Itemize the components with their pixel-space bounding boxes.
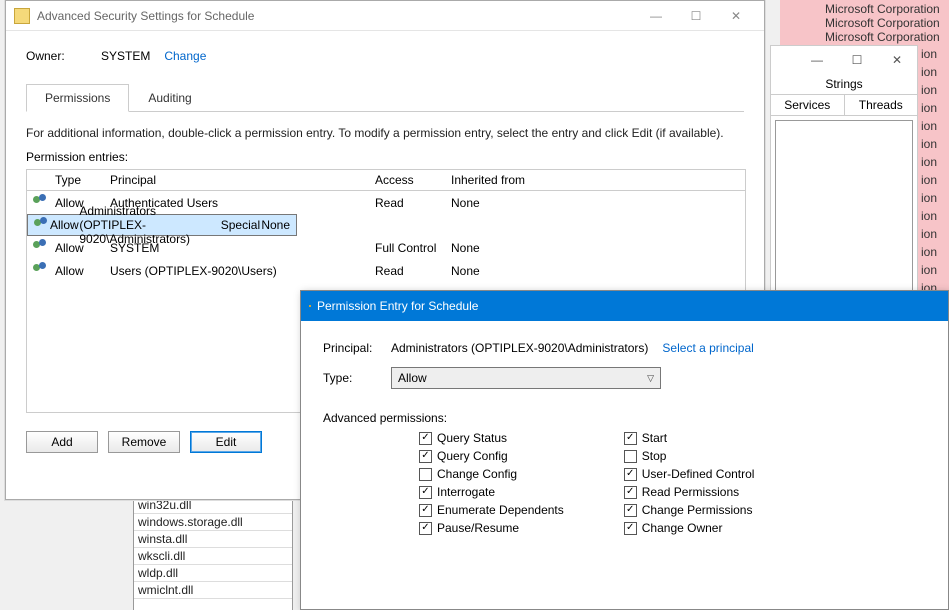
permission-checkbox[interactable]: Change Config [419, 467, 564, 481]
checkbox-icon [624, 522, 637, 535]
edit-button[interactable]: Edit [190, 431, 262, 453]
table-row[interactable]: AllowAdministrators (OPTIPLEX-9020\Admin… [27, 214, 297, 236]
col-principal[interactable]: Principal [110, 173, 375, 187]
checkbox-icon [419, 486, 432, 499]
change-owner-link[interactable]: Change [164, 49, 206, 63]
minimize-button[interactable]: — [797, 53, 837, 67]
checkbox-icon [624, 468, 637, 481]
window-title: Permission Entry for Schedule [317, 299, 478, 313]
maximize-button[interactable]: ☐ [837, 53, 877, 67]
window-title: Advanced Security Settings for Schedule [37, 9, 254, 23]
minimize-button[interactable]: — [636, 9, 676, 23]
checkbox-icon [624, 432, 637, 445]
list-item[interactable]: wmiclnt.dll [134, 582, 292, 599]
checkbox-icon [419, 468, 432, 481]
close-button[interactable]: ✕ [877, 53, 917, 67]
permission-checkbox[interactable]: Enumerate Dependents [419, 503, 564, 517]
folder-icon [14, 8, 30, 24]
owner-label: Owner: [26, 49, 101, 63]
principal-label: Principal: [323, 341, 391, 355]
permission-checkbox[interactable]: Change Owner [624, 521, 755, 535]
permission-checkbox[interactable]: Interrogate [419, 485, 564, 499]
users-icon [34, 217, 50, 231]
checkbox-icon [419, 432, 432, 445]
col-type[interactable]: Type [55, 173, 110, 187]
permission-checkbox[interactable]: Read Permissions [624, 485, 755, 499]
folder-icon [309, 305, 311, 307]
dll-list: win32u.dll windows.storage.dll winsta.dl… [133, 497, 293, 610]
permission-entry-dialog: Permission Entry for Schedule Principal:… [300, 290, 949, 610]
users-icon [33, 194, 49, 208]
permission-checkbox[interactable]: User-Defined Control [624, 467, 755, 481]
checkbox-icon [624, 486, 637, 499]
list-item[interactable]: windows.storage.dll [134, 514, 292, 531]
table-row[interactable]: AllowUsers (OPTIPLEX-9020\Users)ReadNone [27, 259, 745, 282]
maximize-button[interactable]: ☐ [676, 9, 716, 23]
strings-header[interactable]: Strings [771, 74, 917, 95]
col-access[interactable]: Access [375, 173, 451, 187]
permission-checkbox[interactable]: Query Status [419, 431, 564, 445]
users-icon [33, 239, 49, 253]
close-button[interactable]: ✕ [716, 9, 756, 23]
permission-checkbox[interactable]: Pause/Resume [419, 521, 564, 535]
users-icon [33, 262, 49, 276]
col-inherited[interactable]: Inherited from [451, 173, 739, 187]
chevron-down-icon: ▽ [647, 373, 654, 384]
titlebar[interactable]: Permission Entry for Schedule [301, 291, 948, 321]
type-label: Type: [323, 371, 391, 385]
permission-checkbox[interactable]: Start [624, 431, 755, 445]
advanced-permissions-label: Advanced permissions: [323, 411, 926, 425]
tab-threads[interactable]: Threads [845, 95, 918, 115]
checkbox-icon [419, 450, 432, 463]
info-text: For additional information, double-click… [26, 126, 744, 140]
tab-auditing[interactable]: Auditing [129, 84, 210, 112]
list-item[interactable]: wldp.dll [134, 565, 292, 582]
principal-value: Administrators (OPTIPLEX-9020\Administra… [391, 341, 648, 355]
perm-entries-label: Permission entries: [26, 150, 744, 164]
permission-checkbox[interactable]: Change Permissions [624, 503, 755, 517]
checkbox-icon [624, 504, 637, 517]
list-item[interactable]: wkscli.dll [134, 548, 292, 565]
tab-permissions[interactable]: Permissions [26, 84, 129, 112]
type-value: Allow [398, 371, 427, 385]
checkbox-icon [419, 504, 432, 517]
remove-button[interactable]: Remove [108, 431, 180, 453]
add-button[interactable]: Add [26, 431, 98, 453]
select-principal-link[interactable]: Select a principal [662, 341, 753, 355]
background-corp-block: Microsoft Corporation Microsoft Corporat… [780, 0, 949, 45]
list-item[interactable]: winsta.dll [134, 531, 292, 548]
owner-value: SYSTEM [101, 49, 150, 63]
type-select[interactable]: Allow ▽ [391, 367, 661, 389]
permission-checkbox[interactable]: Query Config [419, 449, 564, 463]
checkbox-icon [624, 450, 637, 463]
permission-checkbox[interactable]: Stop [624, 449, 755, 463]
titlebar[interactable]: Advanced Security Settings for Schedule … [6, 1, 764, 31]
checkbox-icon [419, 522, 432, 535]
tab-services[interactable]: Services [771, 95, 845, 115]
